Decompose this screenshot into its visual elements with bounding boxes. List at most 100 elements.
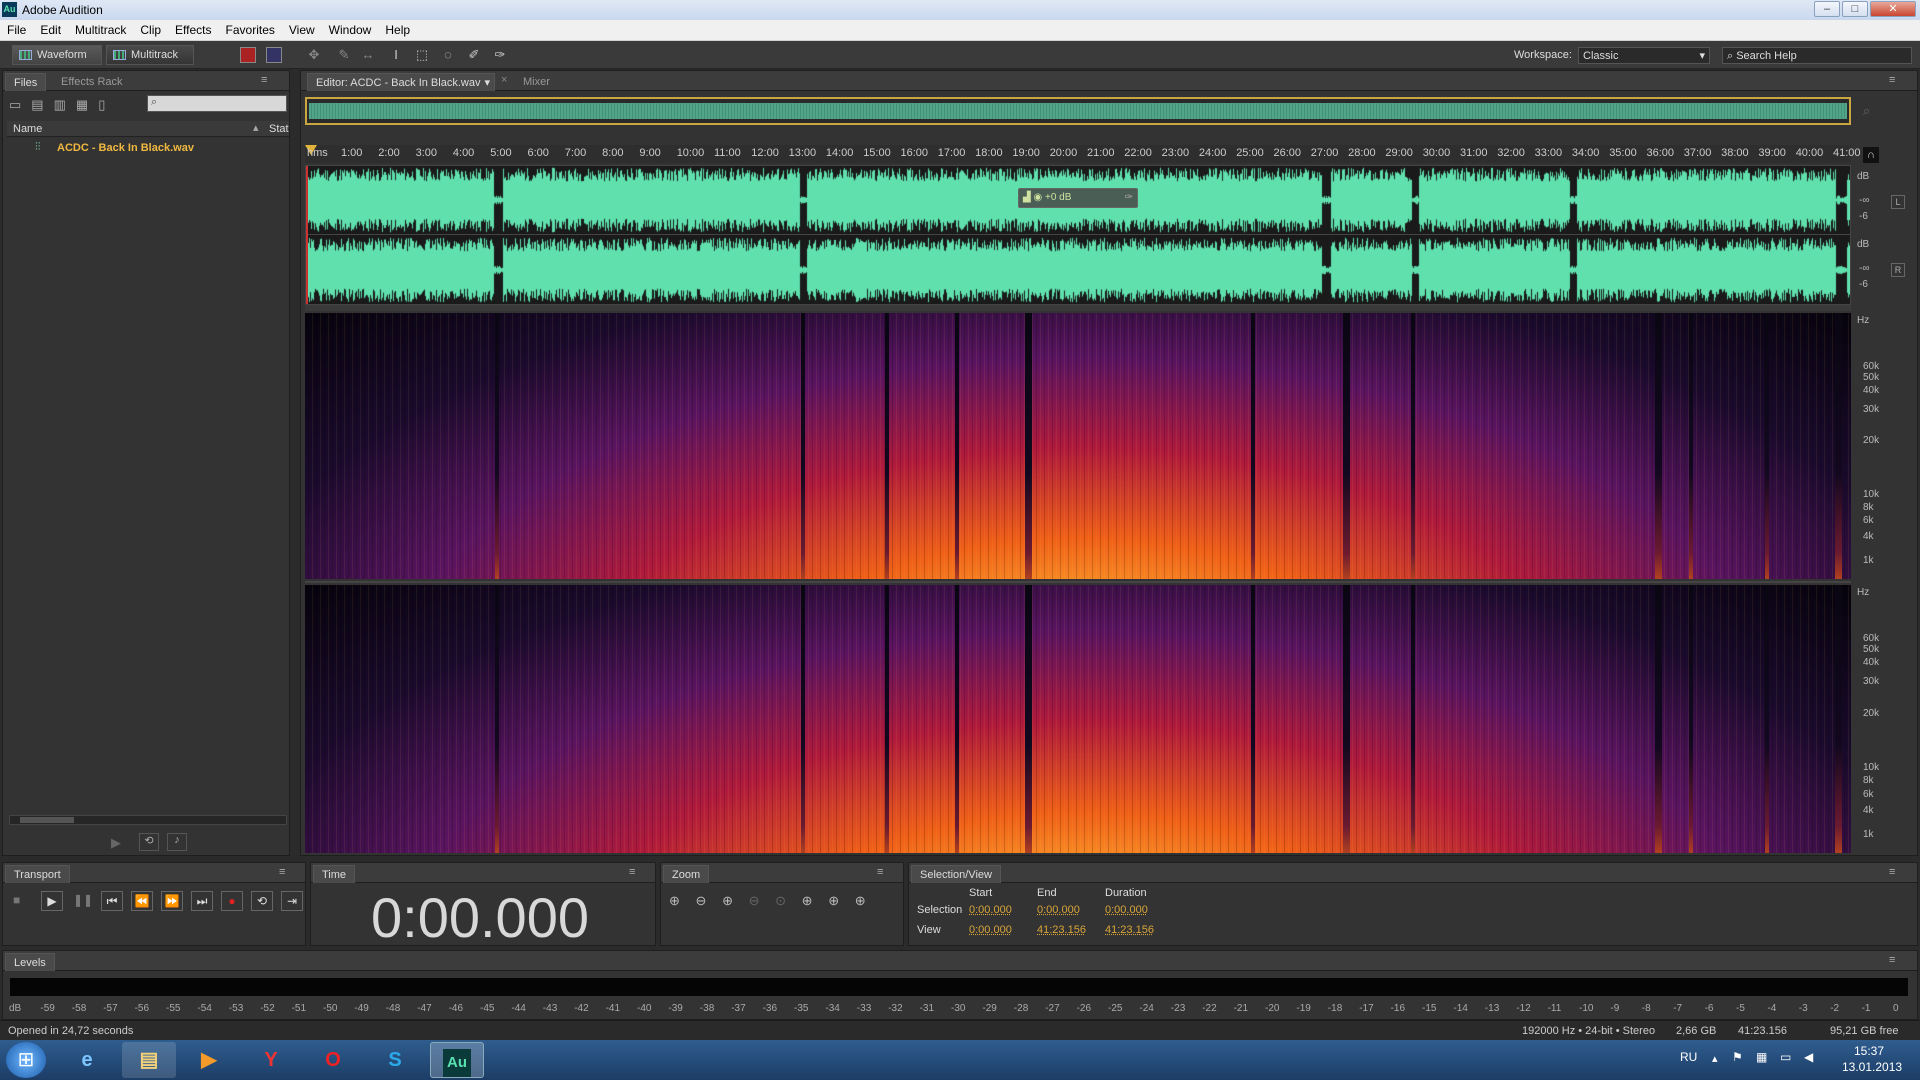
adobe-audition-taskbar-button[interactable]: Au xyxy=(430,1042,484,1078)
tab-transport[interactable]: Transport xyxy=(5,865,70,883)
play-icon[interactable]: ▶ xyxy=(111,835,121,851)
menu-help[interactable]: Help xyxy=(378,20,417,37)
rewind-icon[interactable]: ⏪ xyxy=(131,891,153,911)
panel-menu-icon[interactable]: ≡ xyxy=(279,866,285,878)
go-to-start-icon[interactable]: ⏮ xyxy=(101,891,123,911)
open-file-icon[interactable]: ▭ xyxy=(9,97,31,112)
waveform-display[interactable]: ▟ ◉ +0 dB ✑ xyxy=(305,165,1851,305)
menu-effects[interactable]: Effects xyxy=(168,20,218,37)
play-icon[interactable]: ▶ xyxy=(41,891,63,911)
auto-play-icon[interactable]: ♪ xyxy=(167,833,187,851)
tab-effects-rack[interactable]: Effects Rack xyxy=(53,73,131,91)
time-selection-tool-icon[interactable]: I xyxy=(388,47,404,63)
import-file-icon[interactable]: ▤ xyxy=(31,97,53,112)
panel-menu-icon[interactable]: ≡ xyxy=(261,74,267,86)
selection-end-field[interactable]: 0:00.000 xyxy=(1037,904,1080,916)
show-spectral-display-icon[interactable] xyxy=(266,47,282,63)
razor-tool-icon[interactable]: ✎ xyxy=(336,47,352,63)
tab-time[interactable]: Time xyxy=(313,865,356,883)
overview-navigator[interactable] xyxy=(305,97,1851,125)
list-item[interactable]: ⫶⫶ ACDC - Back In Black.wav xyxy=(31,141,281,157)
move-tool-icon[interactable]: ✥ xyxy=(306,47,322,63)
workspace-select[interactable]: Classic ▾ xyxy=(1578,47,1710,64)
right-channel-toggle[interactable]: R xyxy=(1891,263,1905,277)
search-help-input[interactable]: ⌕ Search Help xyxy=(1722,47,1912,64)
hud-volume-control[interactable]: ▟ ◉ +0 dB ✑ xyxy=(1018,188,1138,208)
right-channel[interactable] xyxy=(306,236,1850,304)
view-duration-field[interactable]: 41:23.156 xyxy=(1105,924,1154,936)
minimize-button[interactable]: – xyxy=(1814,1,1840,17)
tab-selection-view[interactable]: Selection/View xyxy=(911,865,1001,883)
show-hidden-icons-icon[interactable]: ▴ xyxy=(1712,1052,1718,1065)
column-name[interactable]: Name xyxy=(13,123,42,135)
file-explorer-icon[interactable]: ▤ xyxy=(122,1042,176,1078)
zoom-out-time-icon[interactable]: ⊖ xyxy=(749,893,760,908)
volume-knob-icon[interactable]: ◉ xyxy=(1033,192,1045,203)
tab-mixer[interactable]: Mixer xyxy=(515,73,558,91)
pin-icon[interactable]: ✑ xyxy=(1125,192,1133,203)
skip-selection-icon[interactable]: ⇥ xyxy=(281,891,303,911)
zoom-selection-icon[interactable]: ⊕ xyxy=(855,893,866,908)
stop-icon[interactable]: ■ xyxy=(13,893,20,907)
selection-duration-field[interactable]: 0:00.000 xyxy=(1105,904,1148,916)
view-start-field[interactable]: 0:00.000 xyxy=(969,924,1012,936)
menu-favorites[interactable]: Favorites xyxy=(219,20,282,37)
panel-menu-icon[interactable]: ≡ xyxy=(877,866,883,878)
headphones-icon[interactable]: ∩ xyxy=(1863,147,1879,163)
paintbrush-selection-icon[interactable]: ✐ xyxy=(466,47,482,63)
files-horizontal-scrollbar[interactable] xyxy=(9,815,287,825)
language-indicator[interactable]: RU xyxy=(1680,1050,1697,1064)
zoom-in-at-start-icon[interactable]: ⊕ xyxy=(802,893,813,908)
zoom-navigator-icon[interactable]: ⌕ xyxy=(1863,103,1870,119)
panel-menu-icon[interactable]: ≡ xyxy=(1889,74,1895,86)
clock-date[interactable]: 13.01.2013 xyxy=(1842,1060,1902,1074)
marquee-selection-icon[interactable]: ⬚ xyxy=(414,47,430,63)
fast-forward-icon[interactable]: ⏩ xyxy=(161,891,183,911)
left-channel-toggle[interactable]: L xyxy=(1891,195,1905,209)
zoom-in-at-end-icon[interactable]: ⊕ xyxy=(828,893,839,908)
menu-window[interactable]: Window xyxy=(322,20,379,37)
spectral-display-left[interactable] xyxy=(305,313,1851,579)
delete-file-icon[interactable]: ▯ xyxy=(98,97,115,112)
tab-files[interactable]: Files xyxy=(5,73,47,91)
loop-playback-icon[interactable]: ⟲ xyxy=(139,833,159,851)
maximize-button[interactable]: □ xyxy=(1842,1,1868,17)
record-icon[interactable]: ● xyxy=(221,891,243,911)
yandex-browser-icon[interactable]: Y xyxy=(244,1042,298,1078)
menu-view[interactable]: View xyxy=(282,20,322,37)
time-ruler[interactable]: hms 1:00 2:00 3:00 4:00 5:00 6:00 7:00 8:00 9:00… xyxy=(305,145,1861,163)
zoom-in-time-icon[interactable]: ⊕ xyxy=(722,893,733,908)
close-button[interactable]: ✕ xyxy=(1870,1,1916,17)
files-search-input[interactable]: ⌕ xyxy=(147,95,287,112)
start-button[interactable]: ⊞ xyxy=(6,1042,46,1078)
scrollbar-thumb[interactable] xyxy=(20,817,74,823)
selection-start-field[interactable]: 0:00.000 xyxy=(969,904,1012,916)
lasso-selection-icon[interactable]: ◌ xyxy=(440,47,456,63)
column-status[interactable]: Stat xyxy=(269,123,289,135)
export-file-icon[interactable]: ▦ xyxy=(76,97,98,112)
menu-file[interactable]: File xyxy=(0,20,33,37)
new-file-icon[interactable]: ▥ xyxy=(54,97,76,112)
zoom-out-full-icon[interactable]: ⊙ xyxy=(775,893,786,908)
network-icon[interactable]: ▭ xyxy=(1780,1050,1791,1064)
menu-multitrack[interactable]: Multitrack xyxy=(68,20,133,37)
spectral-splitter[interactable] xyxy=(305,305,1851,311)
zoom-in-amplitude-icon[interactable]: ⊕ xyxy=(669,893,680,908)
skype-icon[interactable]: S xyxy=(368,1042,422,1078)
spectral-display-right[interactable] xyxy=(305,585,1851,853)
clock-time[interactable]: 15:37 xyxy=(1854,1044,1884,1058)
menu-edit[interactable]: Edit xyxy=(33,20,68,37)
menu-clip[interactable]: Clip xyxy=(133,20,168,37)
slip-tool-icon[interactable]: ↔ xyxy=(360,47,376,63)
zoom-out-amplitude-icon[interactable]: ⊖ xyxy=(696,893,707,908)
show-waveform-editor-icon[interactable] xyxy=(240,47,256,63)
opera-icon[interactable]: O xyxy=(306,1042,360,1078)
tab-levels[interactable]: Levels xyxy=(5,953,55,971)
panel-menu-icon[interactable]: ≡ xyxy=(1889,954,1895,966)
multitrack-view-button[interactable]: Multitrack xyxy=(106,45,194,65)
spot-healing-brush-icon[interactable]: ✑ xyxy=(492,47,508,63)
close-tab-icon[interactable]: × xyxy=(501,74,507,86)
view-end-field[interactable]: 41:23.156 xyxy=(1037,924,1086,936)
tab-editor[interactable]: Editor: ACDC - Back In Black.wav ▾ xyxy=(307,73,495,91)
loop-playback-icon[interactable]: ⟲ xyxy=(251,891,273,911)
